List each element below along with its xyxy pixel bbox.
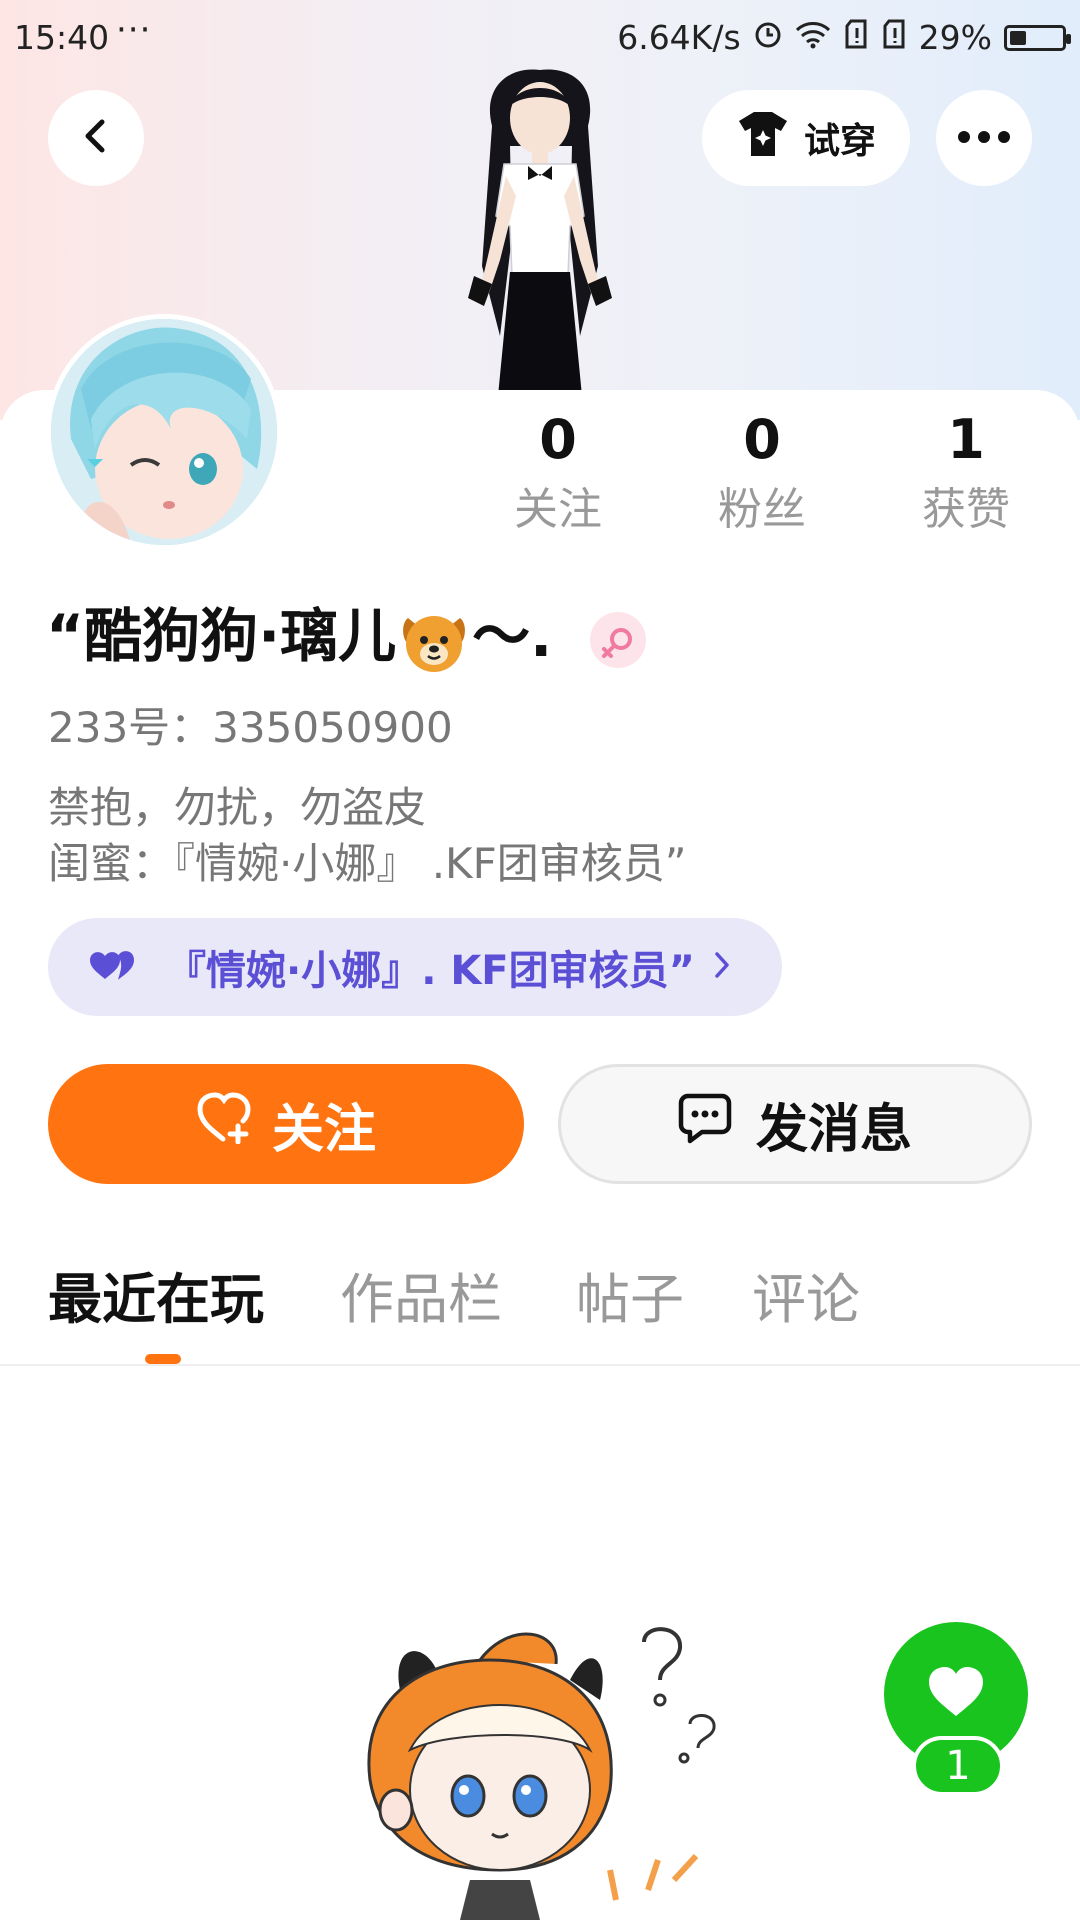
try-on-button[interactable]: 试穿 [702, 90, 910, 186]
stat-followers-count: 0 [743, 408, 781, 471]
stat-followers-label: 粉丝 [718, 484, 806, 535]
stat-likes[interactable]: 1 获赞 [886, 408, 1046, 536]
bio-line: 禁抱，勿扰，勿盗皮 [48, 783, 427, 832]
dog-face-icon [398, 604, 470, 676]
stat-likes-count: 1 [947, 408, 985, 471]
stat-following-count: 0 [539, 408, 577, 471]
more-options-button[interactable] [936, 90, 1032, 186]
active-tab-indicator [145, 1354, 181, 1364]
relationship-tag-label: 『情婉·小娜』. KF团审核员” [166, 948, 695, 994]
stat-followers[interactable]: 0 粉丝 [682, 408, 842, 536]
tab-recently-played[interactable]: 最近在玩 [48, 1260, 264, 1340]
tshirt-icon [736, 109, 790, 168]
battery-percent: 29% [918, 18, 992, 57]
back-button[interactable] [48, 90, 144, 186]
bio-line: 闺蜜：『情婉·小娜』 .KF团审核员” [48, 839, 687, 888]
profile-bio: 禁抱，勿扰，勿盗皮 闺蜜：『情婉·小娜』 .KF团审核员” [48, 780, 687, 892]
status-more-icon: ··· [116, 10, 152, 50]
chevron-right-icon [713, 950, 731, 984]
battery-fill [1010, 30, 1027, 45]
tab-posts[interactable]: 帖子 [576, 1260, 684, 1340]
double-heart-icon [88, 948, 140, 986]
alarm-icon [753, 18, 783, 57]
heart-plus-icon [196, 1091, 254, 1157]
relationship-tag-button[interactable]: 『情婉·小娜』. KF团审核员” [48, 918, 782, 1016]
chevron-left-icon [76, 116, 116, 160]
tab-comments[interactable]: 评论 [752, 1260, 860, 1340]
chat-bubble-icon [678, 1092, 732, 1157]
more-dots-icon [956, 129, 1012, 148]
send-message-button[interactable]: 发消息 [558, 1064, 1032, 1184]
sim-card-icon [843, 18, 869, 57]
profile-nickname: “酷狗狗·璃儿 〜. [46, 596, 647, 676]
empty-state-mascot-illustration [360, 1620, 760, 1920]
nickname-text: “酷狗狗·璃儿 [46, 602, 397, 670]
sim-card-icon [881, 18, 907, 57]
avatar-character-figure[interactable] [430, 66, 650, 396]
wifi-icon [795, 18, 831, 57]
user-id: 233号：335050900 [48, 703, 453, 752]
try-on-label: 试穿 [803, 121, 876, 162]
heart-icon [925, 1664, 987, 1724]
tab-works[interactable]: 作品栏 [340, 1260, 502, 1340]
stat-following-label: 关注 [514, 484, 602, 535]
nickname-suffix: 〜. [472, 602, 553, 670]
avatar[interactable] [46, 314, 282, 550]
profile-tabs: 最近在玩 作品栏 帖子 评论 [0, 1260, 1080, 1366]
battery-icon [1004, 24, 1071, 51]
like-count-badge: 1 [912, 1736, 1004, 1796]
send-message-label: 发消息 [755, 1099, 912, 1160]
stat-likes-label: 获赞 [922, 484, 1010, 535]
follow-label: 关注 [271, 1099, 376, 1160]
status-time: 15:40 [14, 18, 110, 57]
stat-following[interactable]: 0 关注 [478, 408, 638, 536]
status-net-speed: 6.64K/s [617, 18, 741, 57]
follow-button[interactable]: 关注 [48, 1064, 524, 1184]
female-gender-icon [590, 611, 647, 668]
